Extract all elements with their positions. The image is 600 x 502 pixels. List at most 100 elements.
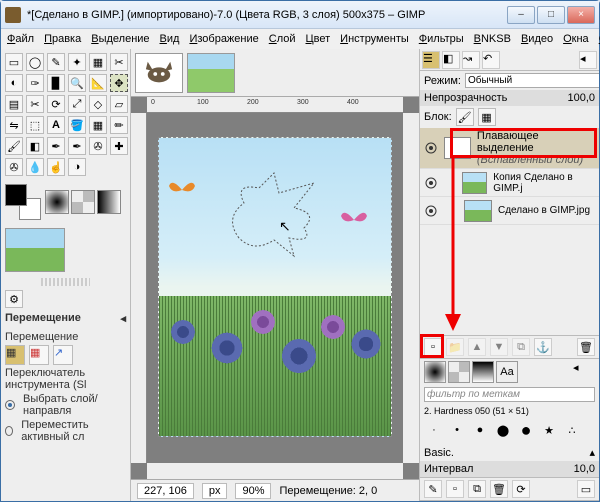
- tool-fuzzy-select[interactable]: ✦: [68, 53, 86, 71]
- menu-view[interactable]: Вид: [160, 33, 180, 45]
- brush-refresh-button[interactable]: ⟳: [512, 480, 530, 498]
- tool-align[interactable]: ▤: [5, 95, 23, 113]
- brush-open-button[interactable]: ▭: [577, 480, 595, 498]
- tool-airbrush[interactable]: ✒: [47, 137, 65, 155]
- tool-scale[interactable]: ⤢: [68, 95, 86, 113]
- active-pattern[interactable]: [71, 190, 95, 214]
- tab-patterns-icon[interactable]: [448, 361, 470, 383]
- layer-copy[interactable]: Копия Сделано в GIMP.j: [420, 169, 599, 197]
- tool-cage[interactable]: ⬚: [26, 116, 44, 134]
- tool-flip[interactable]: ⇋: [5, 116, 23, 134]
- tab-layers-icon[interactable]: ☰: [422, 51, 440, 69]
- tool-foreground[interactable]: ◐: [5, 74, 23, 92]
- menu-layer[interactable]: Слой: [269, 33, 296, 45]
- tool-clone[interactable]: ✇: [89, 137, 107, 155]
- tool-blend[interactable]: ▦: [89, 116, 107, 134]
- canvas[interactable]: ↖: [147, 113, 403, 463]
- menu-windows[interactable]: Окна: [563, 33, 589, 45]
- active-brush[interactable]: [45, 190, 69, 214]
- tool-perspective[interactable]: ▱: [110, 95, 128, 113]
- brush-del-button[interactable]: 🗑: [490, 480, 508, 498]
- eye-icon[interactable]: [424, 141, 438, 155]
- tool-ellipse-select[interactable]: ◯: [26, 53, 44, 71]
- eye-icon[interactable]: [424, 204, 438, 218]
- tool-zoom[interactable]: 🔍: [68, 74, 86, 92]
- tab-channels-icon[interactable]: ◧: [442, 51, 460, 69]
- tool-heal[interactable]: ✚: [110, 137, 128, 155]
- tool-pencil[interactable]: ✏: [110, 116, 128, 134]
- tool-ink[interactable]: ✒: [68, 137, 86, 155]
- minimize-button[interactable]: –: [507, 6, 535, 24]
- brush-menu-icon[interactable]: ◂: [573, 361, 595, 383]
- menu-bnksb[interactable]: BNKSB: [474, 33, 511, 45]
- brush-group[interactable]: Basic.: [424, 447, 454, 459]
- tool-crop[interactable]: ✂: [26, 95, 44, 113]
- radio-move-active[interactable]: [5, 426, 13, 436]
- close-button[interactable]: ×: [567, 6, 595, 24]
- layer-anchor-button[interactable]: ⚓: [534, 338, 552, 356]
- menu-tools[interactable]: Инструменты: [340, 33, 409, 45]
- maximize-button[interactable]: □: [537, 6, 565, 24]
- scrollbar-horizontal[interactable]: [147, 463, 403, 479]
- tab-gradients-icon[interactable]: [472, 361, 494, 383]
- tool-brush[interactable]: 🖌: [5, 137, 23, 155]
- lock-pixels-icon[interactable]: 🖌: [456, 108, 474, 126]
- tool-rotate[interactable]: ⟳: [47, 95, 65, 113]
- tool-dodge[interactable]: ◑: [68, 158, 86, 176]
- layer-delete-button[interactable]: 🗑: [577, 338, 595, 356]
- tool-move[interactable]: ✥: [110, 74, 128, 92]
- move-layer-icon[interactable]: ▦: [5, 345, 25, 365]
- tool-paths[interactable]: ✑: [26, 74, 44, 92]
- image-tab-flowers[interactable]: [187, 53, 235, 93]
- dock-handle[interactable]: [41, 278, 90, 286]
- tool-smudge[interactable]: ☝: [47, 158, 65, 176]
- menu-image[interactable]: Изображение: [189, 33, 258, 45]
- tool-text[interactable]: A: [47, 116, 65, 134]
- tool-measure[interactable]: 📐: [89, 74, 107, 92]
- move-path-icon[interactable]: ↗: [53, 345, 73, 365]
- layer-up-button[interactable]: ▲: [468, 338, 486, 356]
- tab-fonts-icon[interactable]: Aa: [496, 361, 518, 383]
- fg-bg-swatch[interactable]: [5, 184, 41, 220]
- active-gradient[interactable]: [97, 190, 121, 214]
- tool-pclone[interactable]: ✇: [5, 158, 23, 176]
- status-zoom[interactable]: 90%: [235, 483, 271, 499]
- lock-alpha-icon[interactable]: ▦: [478, 108, 496, 126]
- tool-scissors[interactable]: ✂: [110, 53, 128, 71]
- menu-file[interactable]: Файл: [7, 33, 34, 45]
- layer-down-button[interactable]: ▼: [490, 338, 508, 356]
- layer-floating[interactable]: Плавающее выделение(Вставленный слой): [420, 128, 599, 169]
- brush-edit-button[interactable]: ✎: [424, 480, 442, 498]
- tab-brushes-icon[interactable]: [424, 361, 446, 383]
- brush-grid[interactable]: ·•●⬤●★ ∴░▒✦❋✺: [420, 418, 599, 444]
- radio-pick-layer[interactable]: [5, 400, 15, 410]
- tool-free-select[interactable]: ✎: [47, 53, 65, 71]
- tool-eraser[interactable]: ◧: [26, 137, 44, 155]
- spacing-value[interactable]: 10,0: [574, 463, 595, 475]
- tab-undo-icon[interactable]: ↶: [482, 51, 500, 69]
- options-menu-icon[interactable]: ◂: [120, 312, 126, 325]
- menu-video[interactable]: Видео: [521, 33, 553, 45]
- brush-filter-input[interactable]: [424, 387, 595, 402]
- opacity-value[interactable]: 100,0: [567, 92, 595, 104]
- menu-color[interactable]: Цвет: [306, 33, 331, 45]
- scrollbar-vertical[interactable]: [403, 113, 419, 463]
- tool-by-color[interactable]: ▦: [89, 53, 107, 71]
- layer-base[interactable]: Сделано в GIMP.jpg: [420, 197, 599, 225]
- new-layer-button[interactable]: ▫: [424, 338, 442, 356]
- tool-shear[interactable]: ◇: [89, 95, 107, 113]
- layer-dup-button[interactable]: ⧉: [512, 338, 530, 356]
- tool-picker[interactable]: ▉: [47, 74, 65, 92]
- active-image-thumb[interactable]: [5, 228, 65, 272]
- mode-select[interactable]: [465, 73, 599, 88]
- menu-filters[interactable]: Фильтры: [419, 33, 464, 45]
- menu-edit[interactable]: Правка: [44, 33, 81, 45]
- status-unit[interactable]: px: [202, 483, 228, 499]
- eye-icon[interactable]: [424, 176, 437, 190]
- panel-menu-icon[interactable]: ◂: [579, 51, 597, 69]
- tool-rect-select[interactable]: ▭: [5, 53, 23, 71]
- move-selection-icon[interactable]: ▦: [29, 345, 49, 365]
- tab-paths-icon[interactable]: ↝: [462, 51, 480, 69]
- menu-select[interactable]: Выделение: [91, 33, 149, 45]
- image-tab-wilber[interactable]: [135, 53, 183, 93]
